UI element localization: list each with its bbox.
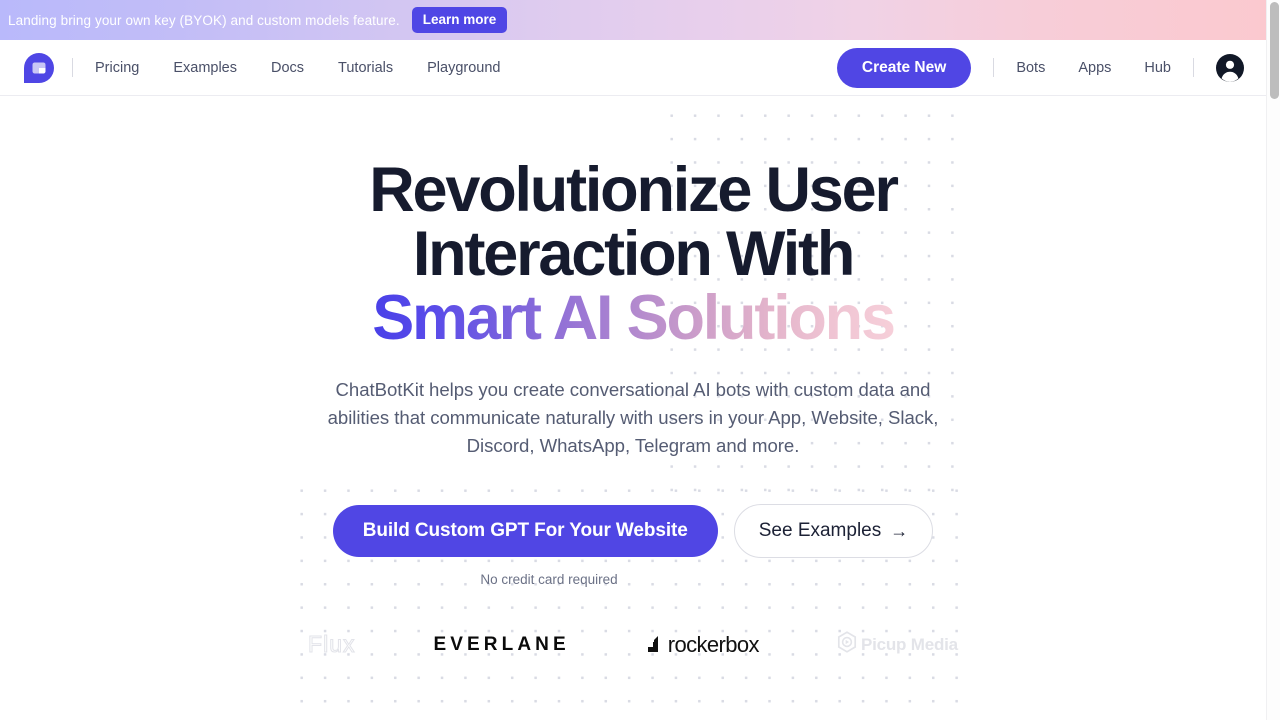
nav-link-playground[interactable]: Playground [427,60,500,76]
see-examples-button[interactable]: See Examples → [733,504,934,558]
flux-wordmark: Flux [308,631,356,658]
navbar-divider-left [72,58,73,77]
navbar-secondary-links: Bots Apps Hub [1016,60,1171,76]
user-avatar-icon[interactable] [1216,53,1244,82]
navbar-divider-mid [993,58,995,77]
brand-logo-flux: Flux [308,631,355,658]
picup-hexagon-play-icon [837,631,857,658]
page-title: Revolutionize User Interaction With Smar… [369,155,899,353]
headline-line-3-gradient: Smart AI Solutions [372,283,896,353]
nav-link-docs[interactable]: Docs [271,60,304,76]
navbar-right-group: Create New Bots Apps Hub [836,47,1244,88]
picup-media-wordmark: Picup Media [860,634,958,654]
no-credit-card-note: No credit card required [480,572,618,587]
announcement-banner: Landing bring your own key (BYOK) and cu… [0,0,1266,40]
nav-link-pricing[interactable]: Pricing [95,60,139,76]
chatbotkit-logo-icon[interactable] [24,52,54,83]
brand-logo-everlane: EVERLANE [433,634,569,656]
rockerbox-wordmark: rockerbox [667,631,760,657]
vertical-scrollbar[interactable] [1266,0,1280,720]
nav-link-tutorials[interactable]: Tutorials [338,60,393,76]
rockerbox-bars-icon [647,632,665,658]
headline-line-2: Interaction With [412,219,855,289]
everlane-wordmark: EVERLANE [433,633,570,655]
scrollbar-thumb[interactable] [1269,2,1279,99]
main-navbar: Pricing Examples Docs Tutorials Playgrou… [0,40,1266,96]
create-new-button[interactable]: Create New [836,47,972,88]
hero-cta-row: Build Custom GPT For Your Website See Ex… [332,504,934,558]
navbar-left-group: Pricing Examples Docs Tutorials Playgrou… [24,52,500,83]
build-custom-gpt-button[interactable]: Build Custom GPT For Your Website [332,505,718,557]
nav-link-hub[interactable]: Hub [1144,60,1171,76]
nav-link-apps[interactable]: Apps [1078,60,1111,76]
announcement-text: Landing bring your own key (BYOK) and cu… [8,12,400,28]
arrow-right-icon: → [890,521,909,541]
brand-logo-row: Flux EVERLANE rockerbox Picup Media [0,631,1266,658]
hero-subtitle: ChatBotKit helps you create conversation… [327,379,939,456]
brand-logo-rockerbox: rockerbox [647,631,760,658]
navbar-divider-right [1193,58,1194,77]
nav-link-bots[interactable]: Bots [1016,60,1045,76]
page-root: Landing bring your own key (BYOK) and cu… [0,0,1280,720]
hero-section: Revolutionize User Interaction With Smar… [0,96,1266,720]
learn-more-button[interactable]: Learn more [411,7,508,33]
nav-link-examples[interactable]: Examples [173,60,237,76]
navbar-primary-links: Pricing Examples Docs Tutorials Playgrou… [95,60,500,76]
brand-logo-picup-media: Picup Media [837,631,958,658]
headline-line-1: Revolutionize User [369,155,899,225]
see-examples-label: See Examples [758,520,882,541]
